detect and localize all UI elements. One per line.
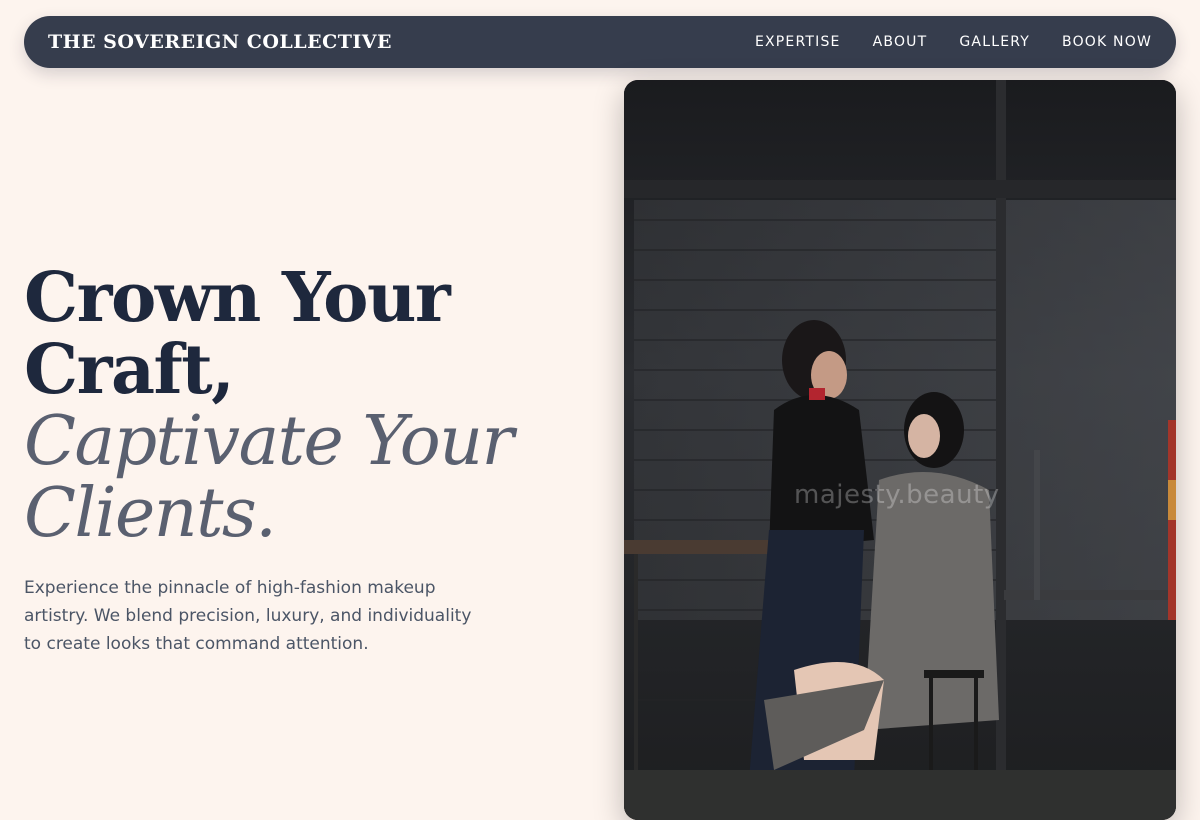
makeup-studio-photo: [624, 80, 1176, 820]
nav-link-book-now[interactable]: BOOK NOW: [1062, 34, 1152, 50]
headline-line-3: Captivate Your: [24, 402, 514, 481]
hero-photo: majesty.beauty: [624, 80, 1176, 820]
nav-links: EXPERTISE ABOUT GALLERY BOOK NOW: [755, 34, 1152, 50]
nav-link-gallery[interactable]: GALLERY: [959, 34, 1030, 50]
image-watermark: majesty.beauty: [794, 480, 1000, 510]
hero-section: Crown Your Craft, Captivate Your Clients…: [24, 262, 584, 658]
hero-description: Experience the pinnacle of high-fashion …: [24, 578, 472, 654]
hero-headline: Crown Your Craft, Captivate Your Clients…: [24, 262, 584, 550]
brand-logo[interactable]: THE SOVEREIGN COLLECTIVE: [48, 31, 392, 53]
top-navbar: THE SOVEREIGN COLLECTIVE EXPERTISE ABOUT…: [24, 16, 1176, 68]
nav-link-expertise[interactable]: EXPERTISE: [755, 34, 841, 50]
nav-link-about[interactable]: ABOUT: [873, 34, 928, 50]
headline-line-1: Crown Your: [24, 258, 451, 338]
headline-line-2: Craft,: [24, 330, 235, 410]
headline-line-4: Clients.: [24, 474, 277, 553]
